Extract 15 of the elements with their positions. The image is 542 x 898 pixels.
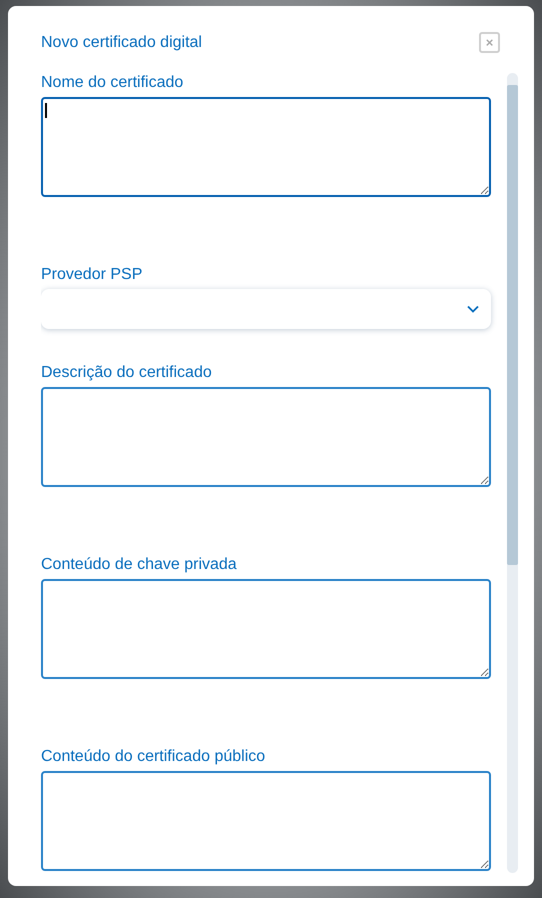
close-button[interactable]: ×	[479, 32, 500, 53]
dialog-title: Novo certificado digital	[41, 32, 202, 52]
scrollbar[interactable]	[507, 73, 518, 873]
text-area[interactable]	[41, 771, 491, 871]
field-label: Nome do certificado	[41, 73, 184, 93]
text-area[interactable]	[41, 579, 491, 679]
field-label: Descrição do certificado	[41, 363, 213, 383]
text-area[interactable]	[41, 97, 491, 197]
chevron-down-icon	[467, 305, 479, 313]
field-label: Provedor PSP	[41, 265, 144, 285]
dropdown-field[interactable]	[41, 289, 491, 329]
field-label: Conteúdo do certificado público	[41, 747, 266, 767]
scrollbar-thumb[interactable]	[507, 85, 518, 565]
field-label: Conteúdo de chave privada	[41, 555, 238, 575]
text-area[interactable]	[41, 387, 491, 487]
